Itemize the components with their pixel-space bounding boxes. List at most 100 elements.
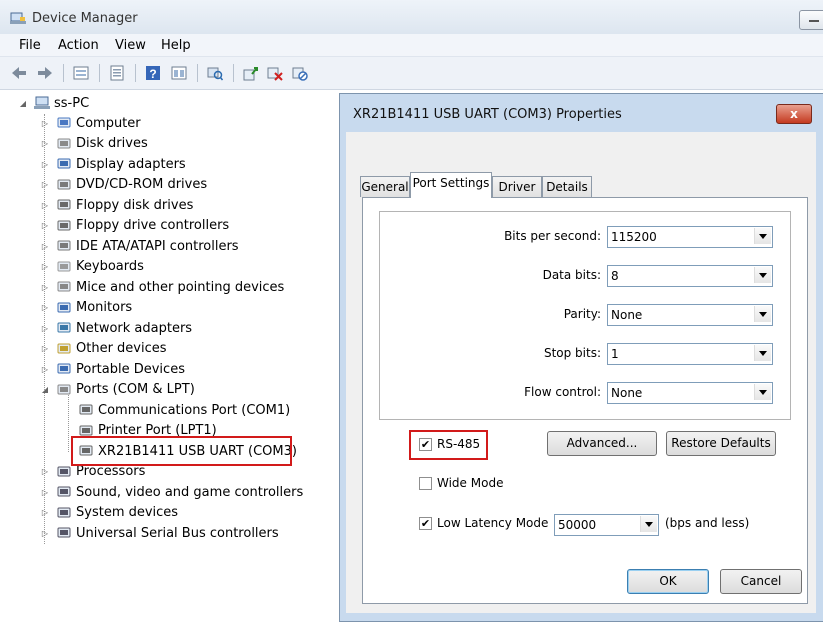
- wide-mode-checkbox[interactable]: [419, 477, 432, 490]
- menu-file[interactable]: File: [19, 38, 41, 53]
- expand-icon[interactable]: ▷: [40, 529, 50, 538]
- expand-icon[interactable]: ▷: [40, 221, 50, 230]
- advanced-button[interactable]: Advanced...: [547, 431, 657, 456]
- title-bar: Device Manager: [0, 0, 823, 34]
- menu-view[interactable]: View: [115, 38, 146, 53]
- tab-port-settings[interactable]: Port Settings: [410, 172, 492, 198]
- tree-item-label: Floppy disk drives: [76, 197, 194, 213]
- flow-control-select[interactable]: None: [607, 382, 773, 404]
- tab-details[interactable]: Details: [542, 176, 592, 197]
- expand-icon[interactable]: ▷: [40, 180, 50, 189]
- device-category-icon: [57, 117, 71, 128]
- expand-icon[interactable]: ▷: [40, 488, 50, 497]
- tree-root-label: ss-PC: [54, 95, 90, 111]
- tree-item[interactable]: ▷ Keyboards: [40, 257, 144, 277]
- expand-icon[interactable]: ▷: [40, 242, 50, 251]
- tree-item[interactable]: ▷ Universal Serial Bus controllers: [40, 523, 279, 543]
- chevron-down-icon[interactable]: [754, 228, 771, 244]
- tree-item[interactable]: ▷ Disk drives: [40, 134, 148, 154]
- expand-icon[interactable]: ▷: [40, 303, 50, 312]
- device-category-icon: [57, 486, 71, 497]
- expand-icon[interactable]: ▷: [40, 139, 50, 148]
- rs485-checkbox[interactable]: ✔: [419, 438, 432, 451]
- scan-icon[interactable]: [207, 65, 223, 81]
- up-icon[interactable]: [73, 65, 89, 81]
- tree-item[interactable]: ▷ Sound, video and game controllers: [40, 482, 303, 502]
- back-icon[interactable]: [11, 65, 27, 81]
- tree-item[interactable]: ▷ DVD/CD-ROM drives: [40, 175, 207, 195]
- device-category-icon: [57, 158, 71, 169]
- chevron-down-icon[interactable]: [754, 267, 771, 283]
- expand-icon[interactable]: ▷: [40, 119, 50, 128]
- tree-item[interactable]: ▷ Monitors: [40, 298, 132, 318]
- expand-icon[interactable]: ▷: [40, 467, 50, 476]
- tree-item-label: Keyboards: [76, 259, 144, 274]
- tree-item-label: Network adapters: [76, 320, 193, 336]
- chevron-down-icon[interactable]: [754, 306, 771, 322]
- collapse-icon[interactable]: ◢: [40, 385, 50, 394]
- device-category-icon: [57, 240, 71, 251]
- tree-item[interactable]: ▷ Network adapters: [40, 318, 192, 338]
- cancel-button[interactable]: Cancel: [720, 569, 802, 594]
- tree-item[interactable]: ▷ Display adapters: [40, 154, 186, 174]
- parity-select[interactable]: None: [607, 304, 773, 326]
- tree-item[interactable]: ▷ Computer: [40, 113, 141, 133]
- chevron-down-icon[interactable]: [640, 516, 657, 532]
- properties-icon[interactable]: [109, 65, 125, 81]
- tree-item-label: Floppy drive controllers: [76, 218, 230, 233]
- stop-bits-label: Stop bits:: [543, 346, 601, 360]
- dialog-close-button[interactable]: x: [776, 104, 812, 124]
- latency-select[interactable]: 50000: [554, 514, 659, 536]
- view-icon[interactable]: [171, 65, 187, 81]
- tree-item[interactable]: ▷ Other devices: [40, 339, 167, 359]
- svg-text:?: ?: [149, 67, 156, 81]
- window-title: Device Manager: [32, 11, 138, 26]
- restore-defaults-button[interactable]: Restore Defaults: [666, 431, 776, 456]
- device-category-icon: [57, 220, 71, 230]
- tree-item[interactable]: ◢ Ports (COM & LPT): [40, 380, 195, 400]
- flow-control-label: Flow control:: [524, 385, 601, 399]
- menu-help[interactable]: Help: [161, 38, 191, 53]
- uninstall-icon[interactable]: [267, 65, 283, 81]
- collapse-icon[interactable]: ◢: [18, 99, 28, 108]
- device-manager-icon: [10, 12, 26, 24]
- update-driver-icon[interactable]: [243, 65, 259, 81]
- help-icon[interactable]: ?: [145, 65, 161, 81]
- bits-per-second-select[interactable]: 115200: [607, 226, 773, 248]
- tree-item[interactable]: ▷ Floppy drive controllers: [40, 216, 229, 236]
- device-category-icon: [57, 363, 71, 374]
- data-bits-select[interactable]: 8: [607, 265, 773, 287]
- tree-item[interactable]: ▷ Mice and other pointing devices: [40, 277, 284, 297]
- chevron-down-icon[interactable]: [754, 384, 771, 400]
- expand-icon[interactable]: ▷: [40, 365, 50, 374]
- expand-icon[interactable]: ▷: [40, 160, 50, 169]
- tab-driver[interactable]: Driver: [492, 176, 542, 197]
- disable-icon[interactable]: [292, 65, 308, 81]
- expand-icon[interactable]: ▷: [40, 508, 50, 517]
- tree-item[interactable]: ▷ IDE ATA/ATAPI controllers: [40, 236, 239, 256]
- tree-item[interactable]: ▷ Floppy disk drives: [40, 195, 193, 215]
- tree-item[interactable]: ▷ Portable Devices: [40, 359, 185, 379]
- device-category-icon: [79, 404, 93, 415]
- tree-item-label: Monitors: [76, 300, 133, 315]
- expand-icon[interactable]: ▷: [40, 262, 50, 271]
- expand-icon[interactable]: ▷: [40, 324, 50, 333]
- expand-icon[interactable]: ▷: [40, 283, 50, 292]
- stop-bits-select[interactable]: 1: [607, 343, 773, 365]
- tree-port-item[interactable]: Communications Port (COM1): [62, 400, 290, 420]
- device-category-icon: [57, 281, 71, 292]
- low-latency-checkbox[interactable]: ✔: [419, 517, 432, 530]
- chevron-down-icon[interactable]: [754, 345, 771, 361]
- tree-item-label: Disk drives: [76, 136, 148, 151]
- expand-icon[interactable]: ▷: [40, 201, 50, 210]
- tree-item[interactable]: ▷ System devices: [40, 503, 178, 523]
- dialog-client: General Port Settings Driver Details Bit…: [346, 132, 816, 613]
- menu-action[interactable]: Action: [58, 38, 99, 53]
- ok-button[interactable]: OK: [627, 569, 709, 594]
- tab-general[interactable]: General: [360, 176, 410, 197]
- expand-icon[interactable]: ▷: [40, 344, 50, 353]
- minimize-button[interactable]: [799, 10, 823, 30]
- data-bits-value: 8: [611, 269, 619, 283]
- forward-icon[interactable]: [37, 65, 53, 81]
- tree-root[interactable]: ◢ ss-PC: [18, 93, 89, 113]
